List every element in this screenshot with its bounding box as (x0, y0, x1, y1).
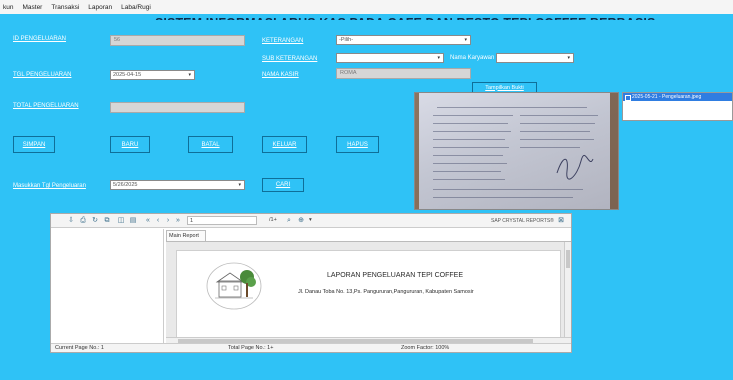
chevron-down-icon: ▾ (567, 55, 570, 61)
simpan-button[interactable]: SIMPAN (13, 136, 55, 153)
photo-ink-line (433, 197, 573, 198)
photo-ink-line (433, 189, 583, 190)
keluar-button[interactable]: KELUAR (262, 136, 307, 153)
last-page-icon[interactable]: » (174, 217, 182, 225)
group-tree-panel (51, 229, 164, 344)
report-address: Jl. Danau Toba No. 13,Ps. Pangururan,Pan… (298, 289, 474, 295)
tgl-pengeluaran-label: TGL PENGELUARAN (13, 72, 72, 78)
keterangan-select[interactable]: -Pilih- ▾ (336, 35, 471, 45)
photo-ink-line (433, 139, 505, 140)
search-date-label: Masukkan Tgl Pengeluaran (13, 183, 86, 189)
photo-ink-line (520, 139, 594, 140)
toggle-parameter-panel-icon[interactable]: ▤ (129, 217, 137, 225)
id-pengeluaran-label: ID PENGELUARAN (13, 36, 67, 42)
viewer-toolbar: ⇩ ⎙ ↻ ⧉ ◫ ▤ « ‹ › » 1 /1+ ⌕ ⊕ ▾ SAP CRYS… (51, 214, 571, 228)
keterangan-label: KETERANGAN (262, 38, 304, 44)
print-icon[interactable]: ⎙ (79, 217, 87, 225)
menu-item-akun[interactable]: kun (3, 4, 13, 11)
photo-ink-line (520, 115, 598, 116)
report-page: LAPORAN PENGELUARAN TEPI COFFEE Jl. Dana… (176, 250, 561, 340)
nama-kasir-field[interactable]: ROMA (336, 68, 471, 79)
receipt-photo (414, 92, 619, 210)
total-pengeluaran-field[interactable] (110, 102, 245, 113)
menu-item-laporan[interactable]: Laporan (88, 4, 112, 11)
photo-ink-line (520, 123, 595, 124)
close-icon[interactable]: ⊠ (557, 217, 565, 225)
tgl-pengeluaran-value: 2025-04-15 (113, 72, 142, 78)
next-page-icon[interactable]: › (164, 217, 172, 225)
tab-main-report[interactable]: Main Report (166, 230, 206, 241)
chevron-down-icon: ▾ (464, 37, 467, 43)
first-page-icon[interactable]: « (144, 217, 152, 225)
zoom-dropdown-icon[interactable]: ▾ (309, 217, 312, 223)
photo-ink-line (433, 123, 508, 124)
tgl-pengeluaran-picker[interactable]: 2025-04-15 ▾ (110, 70, 195, 80)
cari-button[interactable]: CARI (262, 178, 304, 192)
report-viewer: ⇩ ⎙ ↻ ⧉ ◫ ▤ « ‹ › » 1 /1+ ⌕ ⊕ ▾ SAP CRYS… (50, 213, 572, 353)
baru-button[interactable]: BARU (110, 136, 150, 153)
photo-ink-line (433, 163, 507, 164)
photo-ink-line (433, 115, 513, 116)
chevron-down-icon: ▾ (437, 55, 440, 61)
sub-keterangan-select[interactable]: ▾ (336, 53, 444, 63)
previous-page-icon[interactable]: ‹ (154, 217, 162, 225)
report-title: LAPORAN PENGELUARAN TEPI COFFEE (327, 272, 464, 279)
page-number-input[interactable]: 1 (187, 216, 257, 225)
crystal-reports-brand: SAP CRYSTAL REPORTS® (491, 218, 554, 224)
search-date-picker[interactable]: 5/26/2025 ▾ (110, 180, 245, 190)
vertical-scrollbar[interactable] (564, 242, 571, 338)
cafe-logo (206, 262, 262, 310)
menu-item-master[interactable]: Master (22, 4, 42, 11)
chevron-down-icon: ▾ (238, 182, 241, 188)
current-page-status: Current Page No.: 1 (55, 345, 104, 351)
total-page-status: Total Page No.: 1+ (228, 345, 274, 351)
photo-ink-line (433, 179, 505, 180)
chevron-down-icon: ▾ (188, 72, 191, 78)
signature-icon (556, 154, 594, 180)
id-pengeluaran-field[interactable]: 56 (110, 35, 245, 46)
menu-item-transaksi[interactable]: Transaksi (51, 4, 79, 11)
nama-karyawan-select[interactable]: ▾ (496, 53, 574, 63)
toggle-group-tree-icon[interactable]: ◫ (117, 217, 125, 225)
nama-karyawan-label: Nama Karyawan (450, 55, 495, 61)
receipt-file-list[interactable]: 2025-05-21 - Pengeluaran.jpeg (622, 92, 733, 121)
refresh-icon[interactable]: ↻ (91, 217, 99, 225)
page-count-label: /1+ (269, 217, 277, 223)
keterangan-value: -Pilih- (339, 37, 354, 43)
photo-ink-line (433, 147, 509, 148)
menu-item-laba-rugi[interactable]: Laba/Rugi (121, 4, 151, 11)
report-canvas: LAPORAN PENGELUARAN TEPI COFFEE Jl. Dana… (166, 241, 571, 344)
hapus-button[interactable]: HAPUS (336, 136, 379, 153)
viewer-status-bar: Current Page No.: 1 Total Page No.: 1+ Z… (51, 343, 571, 352)
nama-kasir-label: NAMA KASIR (262, 72, 299, 78)
scrollbar-thumb[interactable] (566, 250, 570, 268)
photo-ink-line (433, 155, 503, 156)
photo-ink-line (437, 107, 587, 108)
zoom-icon[interactable]: ⊕ (297, 217, 305, 225)
find-icon[interactable]: ⌕ (285, 217, 293, 225)
photo-ink-line (520, 147, 580, 148)
batal-button[interactable]: BATAL (188, 136, 233, 153)
total-pengeluaran-label: TOTAL PENGELUARAN (13, 103, 79, 109)
search-date-value: 5/26/2025 (113, 182, 138, 188)
photo-ink-line (520, 131, 590, 132)
list-item[interactable]: 2025-05-21 - Pengeluaran.jpeg (623, 93, 732, 101)
zoom-factor-status: Zoom Factor: 100% (401, 345, 450, 351)
copy-icon[interactable]: ⧉ (103, 217, 111, 225)
photo-ink-line (433, 171, 501, 172)
export-icon[interactable]: ⇩ (67, 217, 75, 225)
sub-keterangan-label: SUB KETERANGAN (262, 56, 318, 62)
photo-ink-line (433, 131, 511, 132)
app-title: SISTEM INFORMASI ARUS KAS PADA CAFE DAN … (155, 10, 655, 20)
